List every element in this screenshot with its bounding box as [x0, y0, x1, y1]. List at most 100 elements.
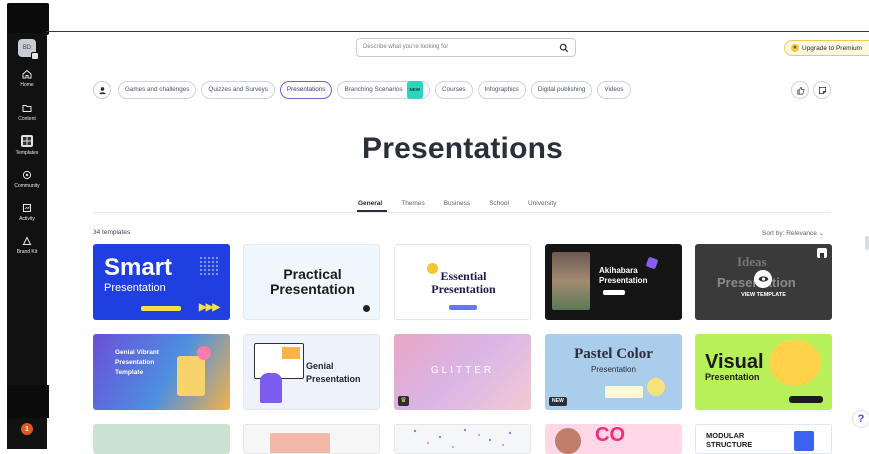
notification-badge[interactable]: 1 — [21, 423, 33, 435]
notes-button[interactable] — [813, 81, 831, 99]
illustration-circle — [197, 346, 211, 360]
filter-chip-quizzes[interactable]: Quizzes and Surveys — [201, 81, 275, 99]
tab-themes[interactable]: Themes — [401, 200, 424, 207]
template-card-pastel-color-presentation[interactable]: Pastel Color Presentation NEW — [545, 334, 682, 410]
star-icon: ★ — [791, 44, 799, 52]
corner-redaction-bottom — [7, 385, 49, 418]
template-tabs: General Themes Business School Universit… — [358, 200, 557, 207]
activity-icon — [23, 204, 31, 212]
sidebar-item-brand-kit[interactable]: Brand Kit — [7, 236, 47, 255]
tab-business[interactable]: Business — [444, 200, 470, 207]
template-card-row3-1[interactable] — [93, 424, 230, 454]
chevron-down-icon: ⌄ — [818, 230, 825, 237]
card-title: Smart — [104, 254, 173, 281]
side-scroll-handle[interactable] — [865, 236, 869, 250]
template-card-genial-vibrant-presentation[interactable]: Genial Vibrant Presentation Template — [93, 334, 230, 410]
community-icon — [22, 170, 32, 180]
card-title: Visual — [705, 351, 764, 373]
bookmark-icon[interactable] — [817, 248, 827, 259]
arrows-graphic: ▶▶▶ — [199, 302, 220, 313]
card-title: CO — [595, 424, 625, 446]
template-card-visual-presentation[interactable]: Visual Presentation — [695, 334, 832, 410]
tab-university[interactable]: University — [528, 200, 557, 207]
preview-button[interactable] — [754, 270, 772, 288]
like-button[interactable] — [791, 81, 809, 99]
category-filter-bar: Games and challenges Quizzes and Surveys… — [118, 81, 631, 99]
sidebar-item-content[interactable]: Content — [7, 103, 47, 122]
search-icon[interactable] — [559, 43, 569, 53]
help-button[interactable]: ? — [852, 410, 869, 428]
sort-label: Sort by: Relevance — [762, 230, 817, 237]
card-blob-graphic — [769, 340, 821, 386]
user-icon — [98, 86, 106, 94]
card-subtitle: Presentation — [599, 276, 648, 285]
sidebar-item-templates[interactable]: Templates — [7, 135, 47, 156]
dot-pattern-graphic — [200, 257, 218, 275]
template-card-genial-presentation[interactable]: Genial Presentation — [243, 334, 380, 410]
person-illustration — [260, 373, 282, 403]
tab-general[interactable]: General — [358, 200, 382, 207]
template-card-ideas-presentation[interactable]: Ideas Presentation VIEW TEMPLATE — [695, 244, 832, 320]
sidebar-item-community[interactable]: Community — [7, 170, 47, 189]
template-card-row3-2[interactable] — [243, 424, 380, 454]
filter-chip-label: Branching Scenarios — [344, 86, 403, 93]
view-template-label[interactable]: VIEW TEMPLATE — [695, 292, 832, 298]
card-title: GLITTER — [430, 365, 495, 376]
card-title: MODULAR — [706, 431, 745, 440]
filter-chip-branching[interactable]: Branching Scenarios NEW — [337, 81, 431, 99]
sidebar-item-label: Home — [20, 82, 34, 88]
avatar-initials: BD — [22, 45, 32, 51]
sidebar-item-activity[interactable]: Activity — [7, 203, 47, 222]
template-count: 34 templates — [93, 229, 131, 236]
tab-divider — [93, 212, 831, 213]
filter-chip-digital-publishing[interactable]: Digital publishing — [530, 81, 593, 99]
filter-chip-courses[interactable]: Courses — [435, 81, 473, 99]
eye-icon — [758, 276, 768, 282]
card-button-graphic — [603, 290, 625, 295]
template-card-akihabara-presentation[interactable]: Akihabara Presentation — [545, 244, 682, 320]
top-divider — [46, 31, 869, 32]
search-input[interactable]: Describe what you're looking for — [363, 44, 448, 50]
card-photo — [552, 252, 590, 310]
template-card-modular-structure[interactable]: MODULAR STRUCTURE — [695, 424, 832, 454]
template-card-essential-presentation[interactable]: Essential Presentation — [394, 244, 531, 320]
sidebar-item-label: Activity — [19, 216, 35, 222]
avatar[interactable]: BD — [18, 39, 39, 60]
upgrade-button[interactable]: ★ Upgrade to Premium — [784, 40, 869, 56]
card-title: Akihabara — [599, 266, 638, 275]
filter-chip-games[interactable]: Games and challenges — [118, 81, 197, 99]
filter-chip-presentations[interactable]: Presentations — [279, 81, 333, 99]
template-card-practical-presentation[interactable]: Practical Presentation — [243, 244, 380, 320]
card-title: Genial — [306, 361, 334, 371]
template-card-row3-4[interactable]: CO — [545, 424, 682, 454]
template-card-row3-3[interactable] — [394, 424, 531, 454]
sort-dropdown[interactable]: Sort by: Relevance ⌄ — [762, 229, 824, 237]
card-title: Genial Vibrant — [115, 349, 159, 356]
card-shape-graphic — [794, 431, 814, 451]
confetti-graphic — [413, 428, 512, 449]
sidebar-item-label: Templates — [15, 150, 39, 156]
avatar-badge — [31, 52, 39, 60]
card-circle-graphic — [647, 378, 665, 396]
thumbs-up-icon — [796, 86, 804, 94]
card-button-graphic — [789, 396, 823, 403]
template-card-smart-presentation[interactable]: Smart Presentation ▶▶▶ — [93, 244, 230, 320]
sparkle-graphic — [645, 256, 659, 270]
new-badge: NEW — [549, 397, 567, 406]
illustration-graphic — [177, 356, 205, 396]
template-card-glitter[interactable]: GLITTER ♛ — [394, 334, 531, 410]
tab-school[interactable]: School — [489, 200, 509, 207]
card-subtitle: Presentation — [104, 282, 166, 294]
folder-icon — [22, 105, 32, 112]
filter-chip-infographics[interactable]: Infographics — [477, 81, 526, 99]
card-shape-graphic — [270, 433, 330, 453]
card-panel-graphic — [605, 386, 643, 398]
sidebar-item-home[interactable]: Home — [7, 69, 47, 88]
user-filter-button[interactable] — [93, 81, 111, 99]
sidebar-item-label: Content — [18, 116, 36, 122]
filter-chip-videos[interactable]: Videos — [597, 81, 631, 99]
upgrade-label: Upgrade to Premium — [802, 44, 862, 52]
card-subtitle: Presentation — [270, 281, 355, 297]
search-bar[interactable]: Describe what you're looking for — [356, 38, 576, 57]
premium-crown-icon: ♛ — [398, 396, 409, 406]
